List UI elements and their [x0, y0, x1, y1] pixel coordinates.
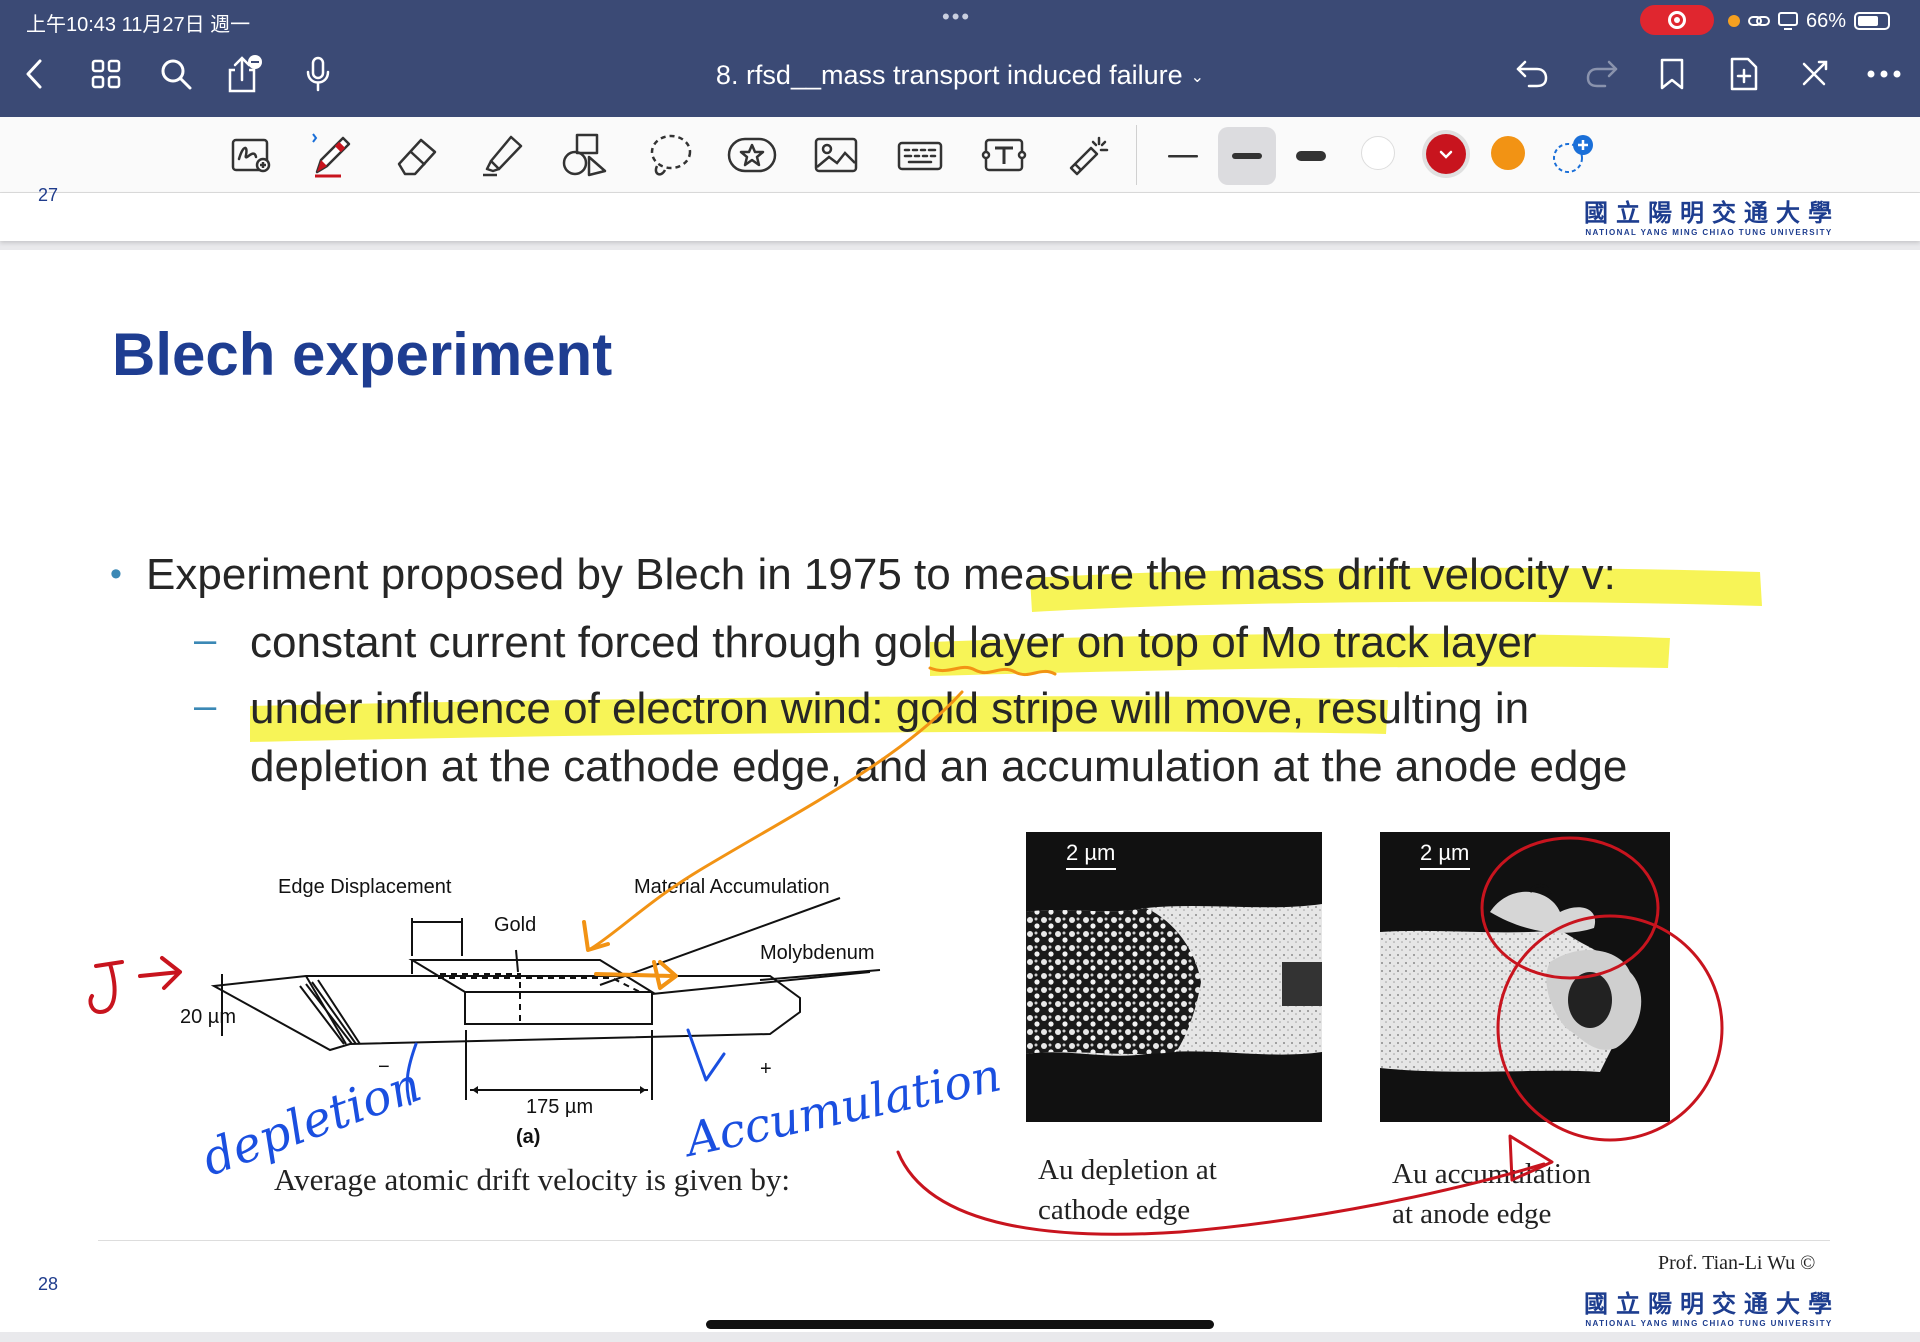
share-icon[interactable]: [224, 54, 264, 94]
color-orange-swatch[interactable]: [1491, 136, 1525, 170]
link-icon: [1748, 16, 1770, 26]
redo-icon[interactable]: [1582, 54, 1622, 94]
shapes-tool[interactable]: [558, 127, 614, 183]
drift-velocity-text: Average atomic drift velocity is given b…: [274, 1162, 790, 1197]
label-width-20um: 20 µm: [180, 1006, 236, 1028]
drawing-toolbar: [0, 117, 1920, 193]
highlighter-tool[interactable]: [474, 127, 530, 183]
label-molybdenum: Molybdenum: [760, 942, 875, 964]
scale-label: 2 µm: [1420, 840, 1470, 865]
caption-cathode-line2: cathode edge: [1038, 1194, 1191, 1226]
label-minus: −: [378, 1056, 390, 1078]
professor-credit: Prof. Tian-Li Wu ©: [1658, 1252, 1816, 1274]
stroke-width-thick[interactable]: [1282, 127, 1340, 185]
keyboard-tool[interactable]: [892, 127, 948, 183]
chevron-down-icon: ⌄: [1190, 68, 1205, 86]
label-edge-displacement: Edge Displacement: [278, 876, 452, 898]
pen-tool[interactable]: [304, 127, 360, 183]
screen-mirror-icon: [1778, 12, 1798, 30]
caption-anode: Au accumulation at anode edge: [1392, 1154, 1591, 1234]
status-time: 上午10:43 11月27日 週一: [26, 14, 251, 36]
label-plus: +: [760, 1058, 772, 1080]
color-red-swatch-selected[interactable]: [1426, 134, 1466, 174]
record-icon: [1668, 11, 1686, 29]
micrograph-image: [1026, 904, 1322, 1056]
logo-english-text: NATIONAL YANG MING CHIAO TUNG UNIVERSITY: [1585, 228, 1833, 237]
university-logo: 國立陽明交通大學 NATIONAL YANG MING CHIAO TUNG U…: [1584, 193, 1834, 237]
caption-cathode-line1: Au depletion at: [1038, 1154, 1217, 1186]
battery-icon: [1854, 12, 1891, 30]
battery-percent: 66%: [1806, 9, 1847, 32]
label-panel-a: (a): [516, 1126, 541, 1148]
caption-anode-line1: Au accumulation: [1392, 1158, 1591, 1190]
color-white-swatch[interactable]: [1361, 136, 1395, 170]
document-title: 8. rfsd__mass transport induced failure: [715, 60, 1183, 90]
caption-cathode: Au depletion at cathode edge: [1038, 1150, 1217, 1230]
footer-divider: [98, 1240, 1830, 1241]
bookmark-icon[interactable]: [1652, 54, 1692, 94]
label-length-175um: 175 µm: [526, 1096, 594, 1118]
eraser-tool[interactable]: [390, 127, 446, 183]
logo-chinese-text: 國立陽明交通大學: [1584, 199, 1840, 227]
grid-icon[interactable]: [86, 54, 126, 94]
stroke-width-medium[interactable]: [1218, 127, 1276, 185]
status-indicators: 66%: [1728, 6, 1891, 36]
micrograph-cathode-depletion: 2 µm: [1026, 832, 1322, 1122]
search-icon[interactable]: [156, 54, 196, 94]
label-material-accumulation: Material Accumulation: [634, 876, 830, 898]
university-logo: 國立陽明交通大學 NATIONAL YANG MING CHIAO TUNG U…: [1584, 1284, 1834, 1328]
lasso-tool[interactable]: [642, 127, 698, 183]
micrograph-image: [1380, 884, 1642, 1072]
more-icon[interactable]: [1864, 54, 1904, 94]
add-color-icon[interactable]: [1550, 134, 1593, 174]
logo-english-text: NATIONAL YANG MING CHIAO TUNG UNIVERSITY: [1585, 1319, 1833, 1328]
scale-label: 2 µm: [1066, 840, 1116, 865]
scale-bar: [1066, 868, 1116, 870]
slide-page: Blech experiment • Experiment proposed b…: [0, 250, 1920, 1332]
undo-icon[interactable]: [1512, 54, 1552, 94]
screen-recording-indicator[interactable]: [1640, 5, 1714, 35]
sticker-tool[interactable]: [724, 127, 780, 183]
document-title-button[interactable]: 8. rfsd__mass transport induced failure ⌄: [560, 60, 1360, 91]
home-indicator[interactable]: [706, 1320, 1214, 1329]
top-navigation-bar: 上午10:43 11月27日 週一 ••• 66% 8. rfsd__mass …: [0, 0, 1920, 117]
close-icon[interactable]: [1794, 54, 1834, 94]
microphone-icon[interactable]: [298, 54, 338, 94]
toolbar-divider: [1136, 125, 1137, 185]
label-gold: Gold: [494, 914, 537, 936]
scale-bar: [1420, 868, 1470, 870]
goodnotes-app: 上午10:43 11月27日 週一 ••• 66% 8. rfsd__mass …: [0, 0, 1920, 1342]
caption-anode-line2: at anode edge: [1392, 1198, 1552, 1230]
stroke-width-thin[interactable]: [1154, 127, 1212, 185]
chevron-down-icon: [1439, 150, 1453, 159]
text-tool[interactable]: [976, 127, 1032, 183]
handwriting-zoom-tool[interactable]: [224, 127, 280, 183]
multitask-dots-icon[interactable]: •••: [942, 4, 971, 30]
mic-in-use-dot-icon: [1728, 15, 1740, 27]
previous-page-bottom: 27 國立陽明交通大學 NATIONAL YANG MING CHIAO TUN…: [0, 185, 1920, 241]
image-tool[interactable]: [808, 127, 864, 183]
micrograph-anode-accumulation: 2 µm: [1380, 832, 1670, 1122]
logo-chinese-text: 國立陽明交通大學: [1584, 1290, 1840, 1318]
add-page-icon[interactable]: [1724, 54, 1764, 94]
page-number: 28: [38, 1274, 59, 1294]
back-icon[interactable]: [14, 54, 54, 94]
previous-page-number: 27: [38, 185, 59, 205]
laser-pointer-tool[interactable]: [1060, 127, 1116, 183]
